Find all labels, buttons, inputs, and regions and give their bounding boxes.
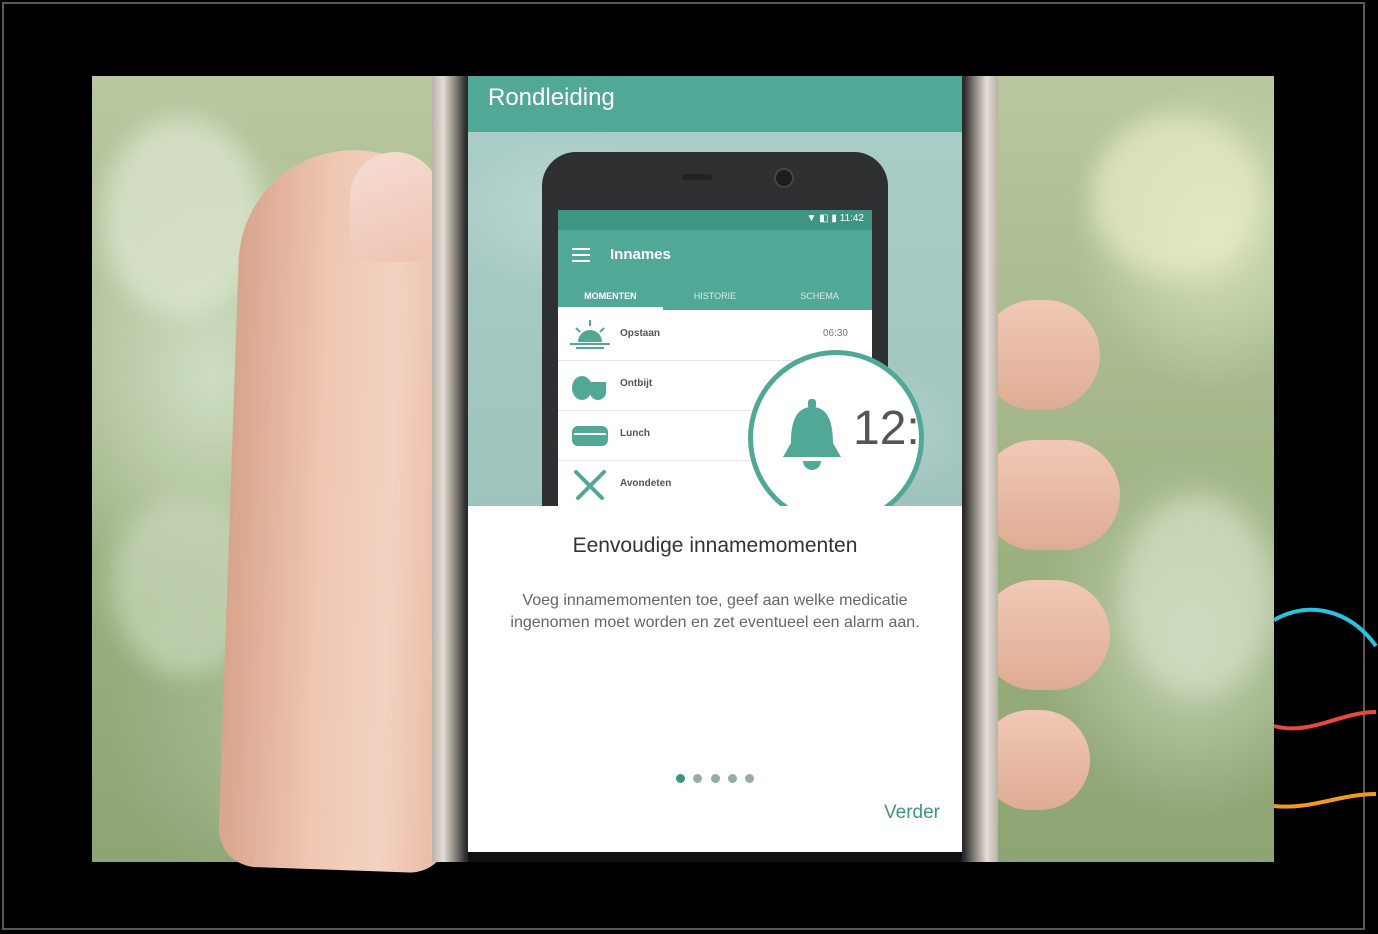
- next-button[interactable]: Verder: [884, 802, 940, 824]
- speaker-grille: [682, 174, 712, 180]
- list-item-label: Lunch: [620, 428, 650, 439]
- finger: [980, 300, 1100, 410]
- page-dot: [727, 774, 737, 783]
- page-dot-active: [675, 774, 685, 783]
- breakfast-icon: [572, 376, 606, 400]
- list-item-time: 06:30: [822, 328, 848, 339]
- card-title: Eenvoudige innamemomenten: [572, 534, 858, 557]
- illustration-title: Innames: [610, 246, 671, 263]
- page-indicator: [468, 770, 962, 788]
- thumb-nail: [350, 152, 440, 262]
- finger: [980, 580, 1110, 690]
- menu-icon: [572, 248, 590, 262]
- alarm-magnifier: 12:: [748, 350, 924, 506]
- tab-schema: SCHEMA: [800, 291, 839, 301]
- card-description: Voeg innamemomenten toe, geef aan welke …: [510, 592, 920, 631]
- list-item-label: Avondeten: [620, 478, 672, 489]
- dinner-icon: [574, 470, 606, 500]
- screen-bezel-bottom: [468, 852, 962, 862]
- page-dot: [710, 774, 720, 783]
- tab-historie: HISTORIE: [693, 291, 737, 301]
- tab-momenten: MOMENTEN: [558, 284, 663, 310]
- phone-screen: Rondleiding ▼ ◧ ▮ 11:42 Innames MOMENTEN…: [468, 76, 962, 852]
- status-bar: ▼ ◧ ▮ 11:42: [558, 210, 872, 230]
- page-dot: [693, 774, 703, 783]
- app-bar: Rondleiding: [468, 76, 962, 132]
- alarm-time: 12:: [853, 402, 920, 455]
- finger: [980, 440, 1120, 550]
- app-bar-title: Rondleiding: [488, 84, 615, 111]
- illustration-tabs: MOMENTEN HISTORIE SCHEMA: [558, 284, 872, 310]
- list-item-label: Ontbijt: [620, 378, 653, 389]
- illustration-toolbar: Innames: [558, 230, 872, 284]
- camera-icon: [774, 168, 794, 188]
- bell-icon: [783, 399, 841, 470]
- tour-illustration: ▼ ◧ ▮ 11:42 Innames MOMENTEN HISTORIE SC…: [468, 132, 962, 506]
- decorative-lines: [1273, 607, 1378, 809]
- sunrise-icon: [570, 320, 610, 349]
- lunch-icon: [572, 426, 608, 446]
- list-item-label: Opstaan: [620, 328, 661, 339]
- tour-card: Eenvoudige innamemomenten Voeg innamemom…: [468, 506, 962, 852]
- page-dot: [745, 774, 755, 783]
